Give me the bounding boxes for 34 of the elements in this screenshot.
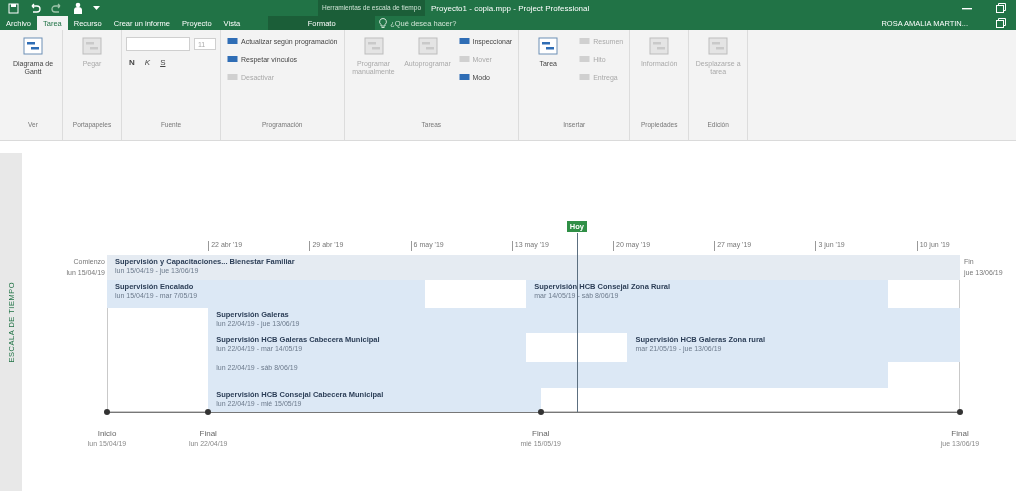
person-icon[interactable] <box>73 2 83 14</box>
milestone-dot <box>205 409 212 415</box>
undo-icon[interactable] <box>29 2 41 14</box>
window-title: Proyecto1 - copia.mpp - Project Professional <box>431 3 590 13</box>
font-name-field[interactable] <box>126 37 190 51</box>
milestone-label: Final <box>199 429 217 440</box>
milestone-dot <box>537 409 544 415</box>
bar-icon <box>579 72 591 82</box>
bar-icon <box>227 72 238 82</box>
restore-icon[interactable] <box>996 3 1006 13</box>
redo-icon[interactable] <box>51 2 63 14</box>
bar-icon <box>579 36 591 46</box>
lightbulb-icon <box>379 17 388 29</box>
bar-icon <box>227 54 238 64</box>
bar-icon <box>458 54 470 64</box>
document-icon <box>362 35 385 57</box>
bar-icon <box>458 72 470 82</box>
save-icon[interactable] <box>8 2 19 14</box>
dropdown-caret-icon[interactable] <box>93 5 100 11</box>
document-icon <box>22 35 44 57</box>
document-icon <box>81 35 103 57</box>
bar-icon <box>227 36 238 46</box>
milestone-label: Final <box>951 429 969 440</box>
bar-icon <box>458 36 470 46</box>
milestone-dot <box>957 409 963 415</box>
bar-icon <box>579 54 591 64</box>
document-icon <box>648 35 671 57</box>
ribbon-display-icon[interactable] <box>996 18 1006 28</box>
document-icon <box>707 35 730 57</box>
milestone-dot <box>104 409 110 415</box>
document-icon <box>537 35 560 57</box>
milestone-label: Final <box>532 429 550 440</box>
milestone-label: Inicio <box>97 429 117 440</box>
document-icon <box>416 35 439 57</box>
